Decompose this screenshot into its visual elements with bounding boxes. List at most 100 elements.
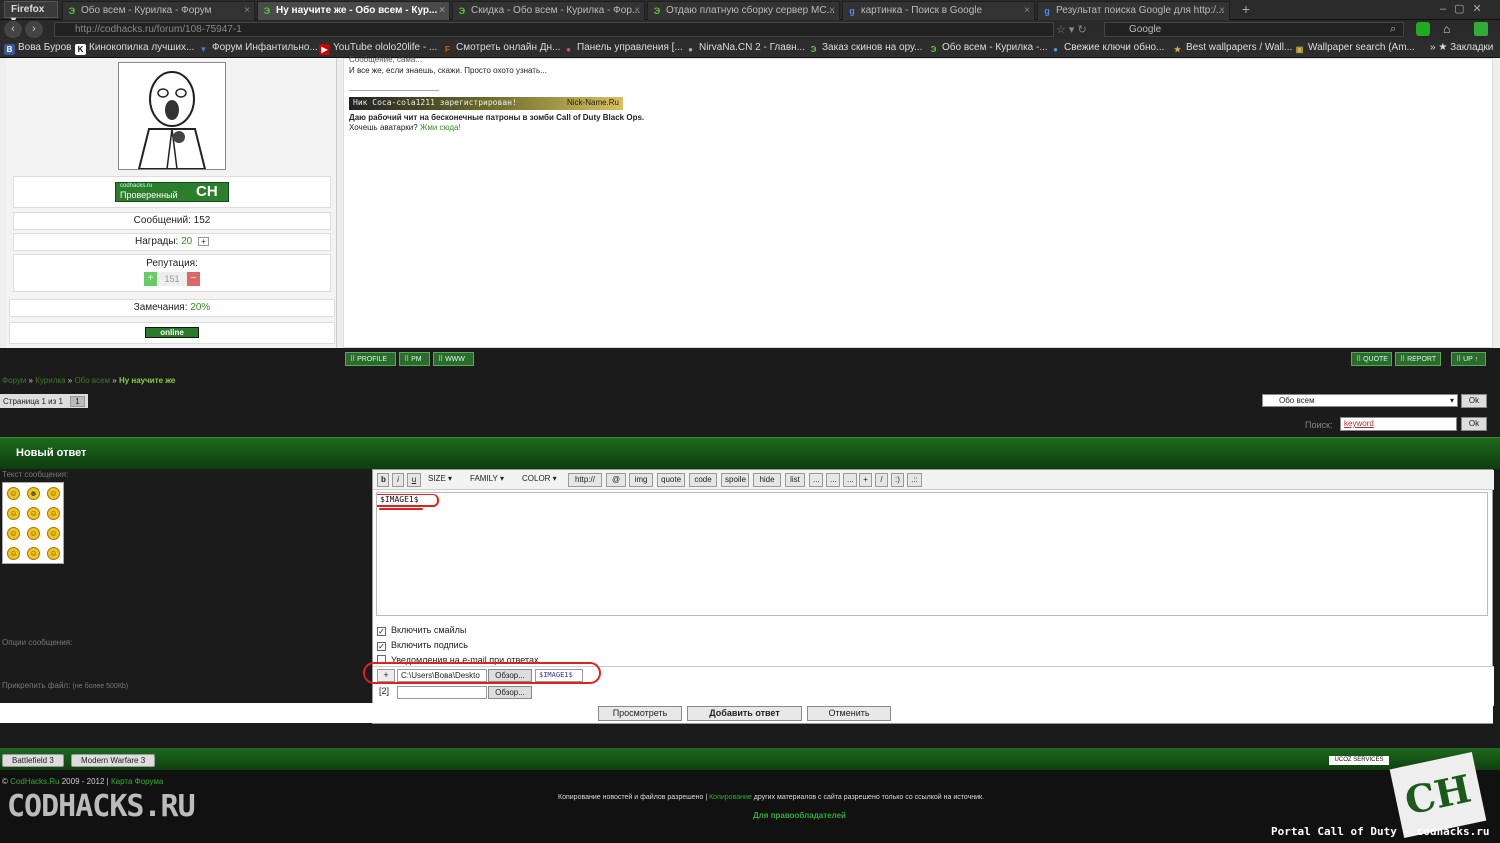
tab-4[interactable]: g картинка - Поиск в Google × [842,1,1035,20]
forum-search-input[interactable]: keyword [1340,417,1457,431]
smiley-icon[interactable]: ☺ [27,527,40,540]
file-path-input[interactable] [397,686,487,699]
close-icon[interactable]: × [244,5,250,16]
checkbox-checked-icon[interactable]: ✓ [377,627,386,636]
breadcrumb-link[interactable]: Обо всем [74,376,110,385]
smile-button[interactable]: :) [891,473,904,487]
forward-icon[interactable]: › [25,21,43,38]
add-button[interactable]: + [859,473,872,487]
tab-1[interactable]: Э Ну научите же - Обо всем - Кур... × [257,1,450,20]
pm-button[interactable]: ⠿ PM [399,352,430,366]
close-icon[interactable]: × [1024,5,1030,16]
align-right-button[interactable]: ... [843,473,857,487]
report-button[interactable]: ⠿ REPORT [1395,352,1441,366]
ucoz-logo[interactable]: UCOZ SERVICES [1329,756,1389,765]
close-icon[interactable]: × [1219,5,1225,16]
page-link[interactable]: 1 [70,396,85,407]
email-button[interactable]: @ [606,473,626,487]
align-left-button[interactable]: ... [809,473,823,487]
breadcrumb-link[interactable]: Курилка [35,376,65,385]
bookmark-item[interactable]: F Смотреть онлайн Дн... [442,42,560,55]
quote-button[interactable]: ⠿ QUOTE [1351,352,1392,366]
bookmark-item[interactable]: ● NirvaNa.CN 2 - Главн... [685,42,805,55]
smiley-icon[interactable]: ☺ [7,547,20,560]
reputation-minus-button[interactable]: − [187,272,200,286]
star-icon[interactable]: ☆ ▾ ↻ [1056,23,1087,36]
code-button[interactable]: code [689,473,717,487]
bookmark-item[interactable]: K Кинокопилка лучших... [75,42,194,55]
addon-icon[interactable] [1416,22,1430,36]
quote-tag-button[interactable]: quote [657,473,685,487]
hide-button[interactable]: hide [753,473,781,487]
slash-button[interactable]: / [875,473,888,487]
tab-2[interactable]: Э Скидка - Обо всем - Курилка - Фор... × [452,1,645,20]
www-button[interactable]: ⠿ WWW [433,352,474,366]
battlefield-link[interactable]: Battlefield 3 [2,754,64,767]
browse-button[interactable]: Обзор... [488,686,532,699]
bookmark-item[interactable]: ▣ Wallpaper search (Am... [1294,42,1415,55]
close-icon[interactable]: × [634,5,640,16]
addon-icon[interactable] [1474,22,1488,36]
copyright-holders-link[interactable]: Для правообладателей [753,811,846,820]
list-button[interactable]: list [785,473,805,487]
close-icon[interactable]: × [439,5,445,16]
bookmark-item[interactable]: Э Заказ скинов на ору... [808,42,923,55]
avatars-link[interactable]: Жми сюда! [420,123,461,132]
smiley-icon[interactable]: ☺ [27,507,40,520]
search-input[interactable]: Google [1104,22,1404,37]
underline-button[interactable]: u [407,473,421,487]
option-signature[interactable]: ✓ Включить подпись [377,640,468,651]
reputation-plus-button[interactable]: + [144,272,157,286]
back-icon[interactable]: ‹ [4,21,22,38]
smiley-icon[interactable]: ☻ [27,487,40,500]
smiley-icon[interactable]: ☺ [47,527,60,540]
add-award-icon[interactable]: + [198,237,210,246]
breadcrumb-link[interactable]: Форум [2,376,26,385]
nickname-banner[interactable]: Ник Coca-cola1211 зарегистрирован! Nick-… [349,97,623,110]
site-logo[interactable]: CODHACKS.RU [7,789,196,824]
preview-button[interactable]: Просмотреть [598,706,682,721]
forum-jump-select[interactable]: Обо всем ▾ [1262,394,1458,407]
profile-button[interactable]: ⠿ PROFILE [345,352,396,366]
bookmark-item[interactable]: ● Свежие ключи обно... [1050,42,1164,55]
home-icon[interactable]: ⌂ [1443,22,1450,36]
size-select[interactable]: SIZE ▾ [425,473,463,487]
tab-0[interactable]: Э Обо всем - Курилка - Форум × [62,1,255,20]
tab-5[interactable]: g Результат поиска Google для http:/... × [1037,1,1230,20]
smiley-icon[interactable]: ☺ [7,507,20,520]
image-button[interactable]: img [629,473,653,487]
bookmark-item[interactable]: B Вова Буров [4,42,71,55]
tab-3[interactable]: Э Отдаю платную сборку сервер MC... × [647,1,840,20]
smiley-icon[interactable]: ☺ [47,507,60,520]
bookmark-item[interactable]: ▶ YouTube ololo20life - ... [319,42,437,55]
modern-warfare-link[interactable]: Modern Warfare 3 [71,754,156,767]
new-tab-button[interactable]: + [1236,1,1256,19]
checkbox-checked-icon[interactable]: ✓ [377,642,386,651]
more-button[interactable]: .:: [907,473,922,487]
url-input[interactable]: http://codhacks.ru/forum/108-75947-1 [54,22,1054,37]
search-icon[interactable]: ⌕ [1390,23,1396,36]
bookmark-item[interactable]: ★ Best wallpapers / Wall... [1172,42,1292,55]
cancel-button[interactable]: Отменить [807,706,891,721]
bookmark-item[interactable]: Э Обо всем - Курилка -... [928,42,1048,55]
message-textarea[interactable]: $IMAGE1$ [376,492,1488,616]
smiley-icon[interactable]: ☺ [7,487,20,500]
smiley-icon[interactable]: ☺ [47,487,60,500]
smiley-icon[interactable]: ☺ [47,547,60,560]
color-select[interactable]: COLOR ▾ [519,473,567,487]
window-controls[interactable]: –▢✕ [1440,2,1490,15]
up-button[interactable]: ⠿ UP ↑ [1451,352,1486,366]
bookmark-item[interactable]: ▼ Форум Инфантильно... [198,42,318,55]
bold-button[interactable]: b [377,473,389,487]
align-center-button[interactable]: ... [826,473,840,487]
smiley-icon[interactable]: ☺ [27,547,40,560]
spoiler-button[interactable]: spoile [721,473,749,487]
forum-search-ok-button[interactable]: Ok [1461,417,1487,431]
font-family-select[interactable]: FAMILY ▾ [467,473,515,487]
submit-reply-button[interactable]: Добавить ответ [687,706,802,721]
site-link[interactable]: CodHacks.Ru [10,777,59,786]
close-icon[interactable]: × [829,5,835,16]
option-smilies[interactable]: ✓ Включить смайлы [377,625,466,636]
smiley-icon[interactable]: ☺ [7,527,20,540]
sitemap-link[interactable]: Карта Форума [111,777,163,786]
